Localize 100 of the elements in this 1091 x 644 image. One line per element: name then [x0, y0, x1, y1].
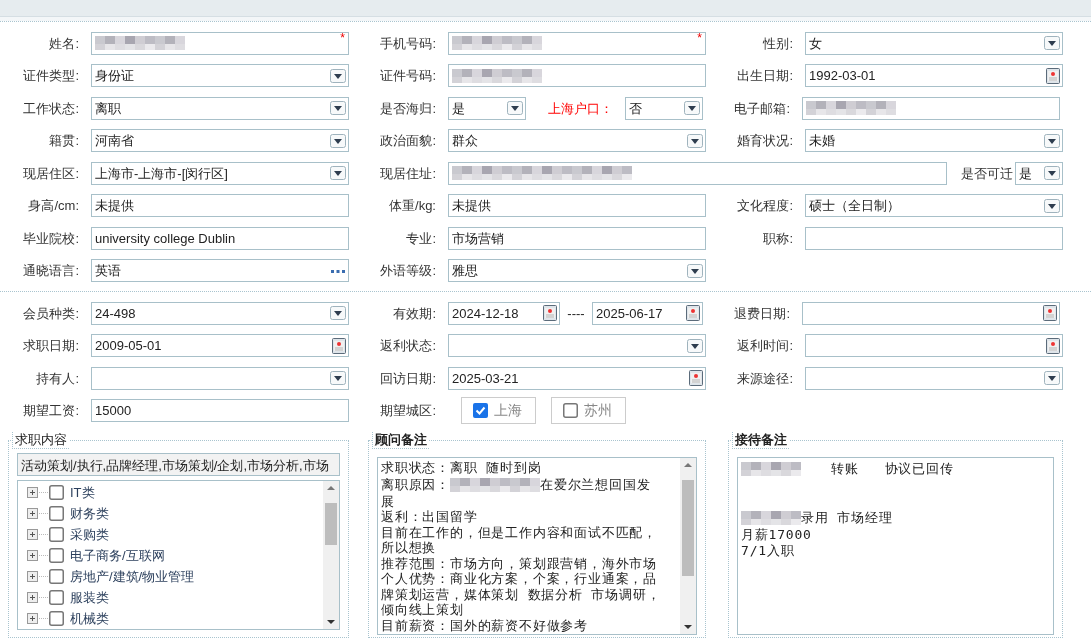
tree-item[interactable]: 机械类 [70, 608, 109, 629]
select-field[interactable]: 24-498 [91, 301, 349, 325]
expand-icon[interactable] [27, 508, 49, 519]
dropdown-button[interactable] [330, 166, 346, 181]
checkbox[interactable] [49, 590, 64, 605]
summary-field[interactable]: 活动策划/执行,品牌经理,市场策划/企划,市场分析,市场 [17, 453, 340, 476]
date-field[interactable]: 2024-12-18 [448, 301, 560, 325]
dropdown-button[interactable] [330, 133, 346, 148]
checkbox[interactable] [473, 403, 488, 419]
expand-icon[interactable] [27, 487, 49, 498]
text-field[interactable]: 未提供 [91, 194, 349, 218]
dropdown-button[interactable] [1044, 166, 1060, 181]
scrollbar[interactable] [680, 458, 696, 634]
tree-item[interactable]: 采购类 [70, 524, 109, 545]
calendar-icon[interactable] [1046, 67, 1060, 84]
dropdown-button[interactable] [507, 101, 523, 116]
select-field[interactable]: 硕士（全日制） [805, 194, 1063, 218]
notes-textarea[interactable]: 求职状态：离职 随时到岗 离职原因： 在爱尔兰想回国发 展 返利：出国留学 目前在工作的，但是工作内容和面试不匹配， 所以想换 推荐范围：市场方向，策划跟营销，海外市场 个人优势：商业化方案，个案，行业通案，品 牌策划运营，媒体策划 数据分析 市场调研， 倾向线上策划 目前薪资：国外的薪资不好做参考 [377, 457, 697, 635]
text-field[interactable] [448, 161, 947, 185]
text-field[interactable]: 未提供 [448, 194, 706, 218]
select-field[interactable]: 是 [1015, 161, 1063, 185]
select-field[interactable]: 未婚 [805, 129, 1063, 153]
tree-item[interactable]: 房地产/建筑/物业管理 [70, 566, 195, 587]
select-field[interactable] [91, 366, 349, 390]
text-field[interactable] [448, 64, 706, 88]
text-field[interactable] [805, 226, 1063, 250]
select-field[interactable]: 身份证 [91, 64, 349, 88]
field-label: 电子邮箱: [733, 99, 791, 118]
select-field[interactable]: 河南省 [91, 129, 349, 153]
select-field[interactable]: 否 [625, 96, 703, 120]
checkbox[interactable] [563, 403, 578, 419]
dropdown-button[interactable] [684, 101, 700, 116]
dropdown-button[interactable] [1044, 198, 1060, 213]
calendar-icon[interactable] [1046, 337, 1060, 354]
expand-icon[interactable] [27, 613, 49, 624]
field-label: 专业: [405, 229, 437, 248]
dropdown-button[interactable] [330, 306, 346, 321]
field-label: 证件类型: [22, 67, 80, 85]
note-text: 转账 [831, 461, 859, 477]
scrollbar[interactable] [323, 481, 339, 629]
text-field[interactable] [802, 96, 1060, 120]
text-field[interactable]: * [91, 31, 349, 55]
notes-textarea[interactable]: 转账 协议已回传 录用 市场经理 月薪17000 7/1入职 [737, 457, 1054, 635]
text-field[interactable]: university college Dublin [91, 226, 349, 250]
select-field[interactable]: 离职 [91, 96, 349, 120]
checkbox-option[interactable]: 苏州 [551, 397, 626, 425]
tree-item[interactable]: 财务类 [70, 503, 109, 524]
checkbox[interactable] [49, 611, 64, 626]
calendar-icon[interactable] [332, 337, 346, 354]
checkbox-option[interactable]: 上海 [461, 397, 536, 425]
date-field[interactable]: 1992-03-01 [805, 64, 1063, 88]
tree-item[interactable]: 服装类 [70, 587, 109, 608]
text-field[interactable]: * [448, 31, 706, 55]
text-field[interactable]: 市场营销 [448, 226, 706, 250]
dropdown-button[interactable] [1044, 133, 1060, 148]
tree-item[interactable]: 电子商务/互联网 [70, 545, 165, 566]
date-field[interactable]: 2025-03-21 [448, 366, 706, 390]
date-field[interactable]: 2009-05-01 [91, 334, 349, 358]
field-label: 工作状态: [22, 99, 80, 118]
dropdown-button[interactable] [330, 68, 346, 83]
select-field[interactable] [805, 366, 1063, 390]
dropdown-button[interactable] [1044, 36, 1060, 51]
expand-icon[interactable] [27, 592, 49, 603]
dropdown-button[interactable] [330, 101, 346, 116]
select-field[interactable]: 群众 [448, 129, 706, 153]
date-field[interactable] [802, 301, 1060, 325]
text-field[interactable]: 15000 [91, 399, 349, 423]
select-field[interactable] [448, 334, 706, 358]
dropdown-button[interactable] [687, 263, 703, 278]
calendar-icon[interactable] [686, 305, 700, 322]
dropdown-button[interactable] [330, 371, 346, 386]
expand-icon[interactable] [27, 550, 49, 561]
date-field[interactable]: 2025-06-17 [592, 301, 703, 325]
dropdown-button[interactable] [687, 338, 703, 353]
select-field[interactable]: 女 [805, 31, 1063, 55]
scroll-thumb[interactable] [325, 503, 337, 545]
scroll-thumb[interactable] [682, 480, 694, 576]
dropdown-button[interactable] [1044, 371, 1060, 386]
select-field[interactable]: 是 [448, 96, 526, 120]
calendar-icon[interactable] [689, 370, 703, 387]
note-text: 离职原因： [381, 476, 450, 493]
note-text: 个人优势：商业化方案，个案，行业通案，品 [381, 571, 657, 587]
date-field[interactable] [805, 334, 1063, 358]
note-text: 求职状态：离职 随时到岗 [381, 460, 542, 476]
calendar-icon[interactable] [543, 305, 557, 322]
lookup-field[interactable]: 英语 [91, 259, 349, 283]
select-field[interactable]: 上海市-上海市-[闵行区] [91, 161, 349, 185]
required-mark: * [697, 32, 702, 44]
checkbox[interactable] [49, 506, 64, 521]
calendar-icon[interactable] [1043, 305, 1057, 322]
expand-icon[interactable] [27, 529, 49, 540]
select-field[interactable]: 雅思 [448, 259, 706, 283]
checkbox[interactable] [49, 485, 64, 500]
checkbox[interactable] [49, 527, 64, 542]
more-icon[interactable] [330, 267, 346, 274]
tree-item[interactable]: IT类 [70, 482, 95, 503]
dropdown-button[interactable] [687, 133, 703, 148]
checkbox[interactable] [49, 569, 64, 584]
expand-icon[interactable] [27, 571, 49, 582]
checkbox[interactable] [49, 548, 64, 563]
